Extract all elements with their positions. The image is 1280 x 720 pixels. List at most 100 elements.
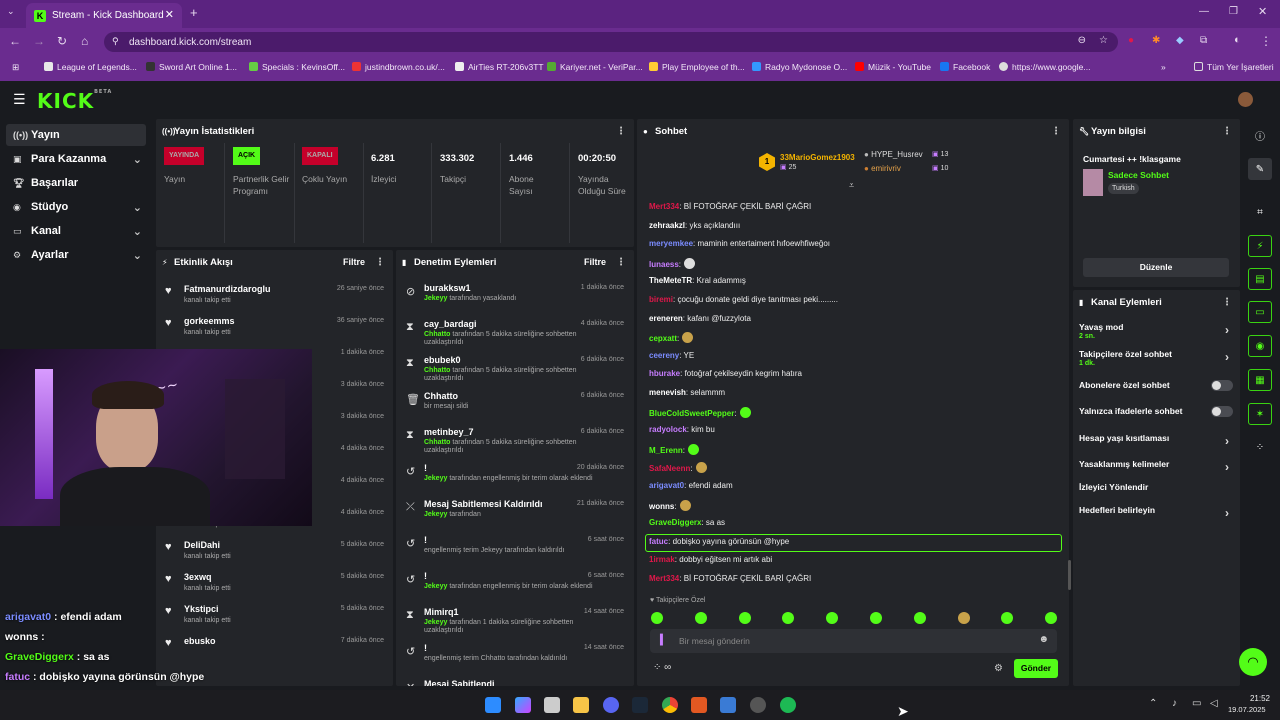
apps-grid-icon[interactable]: ⊞ (12, 62, 19, 73)
bookmark-item[interactable]: Radyo Mydonose O... (752, 62, 847, 72)
chat-username[interactable]: 1irmak (649, 555, 675, 564)
broadcast-icon[interactable]: ◉ (1248, 335, 1272, 357)
chat-username[interactable]: cepxatt (649, 334, 677, 343)
chat-username[interactable]: hburake (649, 369, 680, 378)
bookmark-star-icon[interactable]: ☆ (1099, 35, 1108, 46)
moderation-item[interactable]: 🗑︎ Chhatto bir mesajı sildi 6 dakika önce (396, 388, 632, 420)
send-button[interactable]: Gönder (1014, 659, 1058, 678)
chat-username[interactable]: GraveDiggerx (649, 518, 701, 527)
chat-input[interactable]: ▍ Bir mesaj gönderin ☻ (650, 629, 1057, 653)
moderation-target[interactable]: ! (424, 535, 427, 545)
activity-username[interactable]: Ykstipci (184, 604, 219, 614)
channel-action-item[interactable]: Yavaş mod 2 sn. › (1079, 322, 1235, 342)
activity-item[interactable]: ♥ Ykstipci kanalı takip etti 5 dakika önce (156, 601, 392, 633)
chat-message[interactable]: BlueColdSweetPepper: (649, 406, 753, 418)
emoji-icon[interactable]: ☻ (1038, 634, 1049, 645)
moderation-item[interactable]: ⊘ burakksw1 Jekeyy tarafından yasaklandı 1 … (396, 280, 632, 312)
more-options-icon[interactable]: ⋮ (616, 126, 626, 137)
new-tab-icon[interactable]: + (190, 5, 198, 20)
more-options-icon[interactable]: ⋮ (616, 257, 626, 268)
channel-action-item[interactable]: Yalnızca ifadelerle sohbet (1079, 406, 1235, 426)
browser-menu-icon[interactable]: ⋮ (1260, 34, 1272, 48)
bookmark-item[interactable]: Sword Art Online 1... (146, 62, 237, 72)
moderator-name[interactable]: Chhatto (424, 367, 450, 374)
browser-tab[interactable]: K Stream - Kick Dashboard ✕ (26, 3, 182, 28)
moderation-item[interactable]: ↺! engellenmiş terim Jekeyy tarafından ka… (396, 532, 632, 564)
moderation-item[interactable]: ⤫ Mesaj Sabitlemesi Kaldırıldı Jekeyy tara… (396, 496, 632, 528)
chat-username[interactable]: lunaess (649, 260, 679, 269)
chat-username[interactable]: biremi (649, 295, 673, 304)
emote-icon[interactable] (738, 612, 751, 624)
chat-username[interactable]: arigavat0 (649, 481, 684, 490)
chat-username[interactable]: M_Erenn (649, 446, 683, 455)
tray-chevron-icon[interactable]: ⌃ (1149, 698, 1157, 709)
moderation-target[interactable]: burakksw1 (424, 283, 471, 293)
crop-icon[interactable]: ⌗ (1248, 201, 1272, 223)
moderator-name[interactable]: Jekeyy (424, 583, 447, 590)
pencil-icon[interactable]: ✎ (1248, 158, 1272, 180)
emote-icon[interactable] (694, 612, 707, 624)
moderator-name[interactable]: Chhatto (424, 331, 450, 338)
more-options-icon[interactable]: ⋮ (1222, 297, 1232, 308)
more-options-icon[interactable]: ⋮ (375, 257, 385, 268)
chat-settings-icons[interactable]: ⁘ ∞ (653, 662, 671, 673)
chat-icon[interactable]: ▭ (1248, 301, 1272, 323)
activity-username[interactable]: ebusko (184, 636, 216, 646)
moderation-target[interactable]: ! (424, 643, 427, 653)
extension-1-icon[interactable]: ● (1128, 35, 1134, 46)
obs-icon[interactable] (750, 697, 766, 713)
chat-username[interactable]: ceereny (649, 351, 679, 360)
moderation-target[interactable]: Chhatto (424, 391, 458, 401)
profile-avatar-icon[interactable]: ◐ (1234, 34, 1241, 46)
moderator-name[interactable]: Jekeyy (424, 511, 447, 518)
moderation-item[interactable]: ↺! Jekeyy tarafından engellenmiş bir teri… (396, 460, 632, 492)
activity-username[interactable]: DeliDahi (184, 540, 220, 550)
chat-message[interactable]: arigavat0: efendi adam (649, 481, 733, 490)
gear-icon[interactable]: ⚙ (994, 663, 1003, 674)
moderation-item[interactable]: ↺! Jekeyy tarafından engellenmiş bir teri… (396, 568, 632, 600)
bookmark-item[interactable]: League of Legends... (44, 62, 137, 72)
channel-action-item[interactable]: Abonelere özel sohbet (1079, 380, 1235, 400)
spotify-icon[interactable] (780, 697, 796, 713)
moderation-target[interactable]: cay_bardagi (424, 319, 477, 329)
discord-icon[interactable] (603, 697, 619, 713)
moderator-name[interactable]: Jekeyy (424, 475, 447, 482)
chat-message[interactable]: ereneren: kafanı @fuzzylota (649, 314, 751, 323)
chat-message[interactable]: GraveDiggerx: sa as (649, 518, 725, 527)
steam-icon[interactable] (632, 697, 648, 713)
moderation-item[interactable]: ✕ Mesaj Sabitlendi (396, 676, 632, 686)
chrome-icon[interactable] (662, 697, 678, 713)
sidebar-item-kanal[interactable]: ▭ Kanal ⌄ (6, 220, 146, 242)
emote-icon[interactable] (651, 612, 663, 624)
chat-username[interactable]: zehraakzl (649, 221, 685, 230)
chat-username[interactable]: wonns (649, 502, 674, 511)
clock-date[interactable]: 19.07.2025 (1228, 705, 1266, 714)
zoom-icon[interactable]: ⊖ (1078, 35, 1086, 46)
home-icon[interactable]: ⌂ (81, 34, 88, 48)
document-icon[interactable]: ▤ (1248, 268, 1272, 290)
sidebar-item-basarilar[interactable]: 🏆︎ Başarılar (6, 172, 146, 194)
close-tab-icon[interactable]: ✕ (165, 8, 174, 21)
moderation-target[interactable]: ! (424, 571, 427, 581)
chat-username[interactable]: ereneren (649, 314, 683, 323)
bookmark-item[interactable]: Müzik - YouTube (855, 62, 931, 72)
bookmark-item[interactable]: Specials : KevinsOff... (249, 62, 345, 72)
chat-message[interactable]: zehraakzl: yks açıklandııı (649, 221, 740, 230)
chat-message[interactable]: SafaNeenn: (649, 462, 709, 474)
chat-message[interactable]: 1irmak: dobbyi eğitsen mi artık abi (649, 555, 772, 564)
top-gifter-name[interactable]: 33MarioGomez1903 (780, 153, 855, 162)
hamburger-menu-icon[interactable]: ☰ (13, 91, 26, 108)
activity-username[interactable]: 3exwq (184, 572, 212, 582)
activity-username[interactable]: Fatmanurdizdaroglu (184, 284, 271, 294)
chat-message[interactable]: biremi: çocuğu donate geldi diye tanıtma… (649, 295, 838, 304)
extensions-puzzle-icon[interactable]: ⧉ (1200, 35, 1207, 46)
activity-item[interactable]: ♥ ebusko 7 dakika önce (156, 633, 392, 665)
chat-message[interactable]: TheMeteTR: Kral adammış (649, 276, 746, 285)
site-info-icon[interactable]: ⚲ (112, 36, 119, 47)
edit-stream-info-button[interactable]: Düzenle (1083, 258, 1229, 277)
bookmark-item[interactable]: Facebook (940, 62, 990, 72)
moderation-target[interactable]: metinbey_7 (424, 427, 474, 437)
channel-action-item[interactable]: Hedefleri belirleyin › (1079, 505, 1235, 525)
toggle-switch[interactable] (1211, 380, 1233, 391)
file-explorer-icon[interactable] (573, 697, 589, 713)
